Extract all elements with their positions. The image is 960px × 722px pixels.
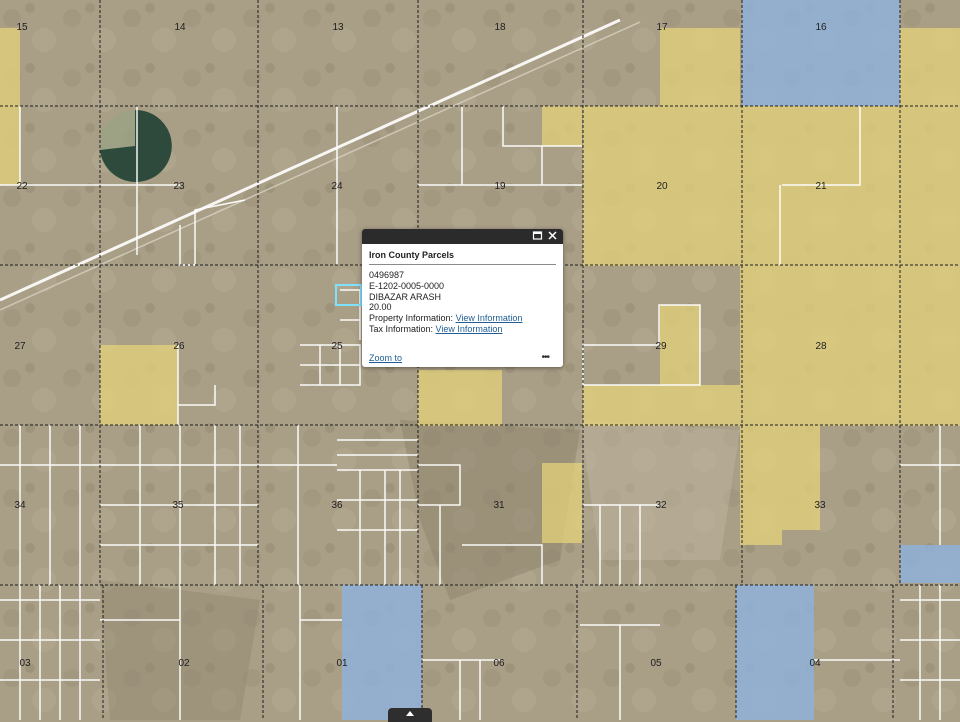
zoom-to-link[interactable]: Zoom to: [369, 353, 402, 363]
section-label: 16: [815, 22, 827, 33]
parcel-popup: Iron County Parcels 0496987 E-1202-0005-…: [362, 229, 563, 367]
popup-title: Iron County Parcels: [369, 250, 556, 265]
section-label: 28: [815, 341, 827, 352]
section-label: 22: [16, 181, 28, 192]
section-label: 35: [172, 500, 184, 511]
section-label: 14: [174, 22, 186, 33]
section-label: 25: [331, 341, 343, 352]
section-label: 03: [19, 658, 31, 669]
section-label: 17: [656, 22, 668, 33]
popup-content: Iron County Parcels 0496987 E-1202-0005-…: [362, 244, 563, 335]
parcel-acres: 20.00: [369, 302, 392, 313]
tax-info-row: Tax Information: View Information: [369, 324, 556, 335]
property-info-label: Property Information:: [369, 313, 454, 324]
property-info-row: Property Information: View Information: [369, 313, 556, 324]
center-pivot-field: [99, 109, 172, 182]
section-label: 01: [336, 658, 348, 669]
more-icon[interactable]: •••: [541, 352, 549, 363]
section-label: 31: [493, 500, 505, 511]
parcel-serial: E-1202-0005-0000: [369, 280, 445, 291]
popup-footer: Zoom to •••: [369, 352, 555, 363]
parcel-owner: DIBAZAR ARASH: [369, 291, 442, 302]
section-label: 24: [331, 181, 343, 192]
section-label: 33: [814, 500, 826, 511]
section-label: 29: [655, 341, 667, 352]
section-label: 23: [173, 181, 185, 192]
parcel-id: 0496987: [369, 270, 405, 280]
section-label: 20: [656, 181, 668, 192]
chevron-up-icon: [406, 711, 414, 716]
close-icon[interactable]: [546, 230, 559, 243]
property-info-link[interactable]: View Information: [456, 313, 523, 323]
section-label: 06: [493, 658, 505, 669]
section-label: 27: [14, 341, 26, 352]
terrain-light-patch: [580, 420, 740, 560]
section-label: 18: [494, 22, 506, 33]
section-label: 05: [650, 658, 662, 669]
tax-info-link[interactable]: View Information: [436, 324, 503, 334]
section-label: 26: [173, 341, 185, 352]
section-label: 02: [178, 658, 190, 669]
section-label: 19: [494, 181, 506, 192]
section-label: 21: [815, 181, 827, 192]
maximize-icon[interactable]: [531, 230, 544, 243]
section-label: 36: [331, 500, 343, 511]
section-label: 15: [16, 22, 28, 33]
tax-info-label: Tax Information:: [369, 323, 434, 334]
section-label: 04: [809, 658, 821, 669]
section-label: 32: [655, 500, 667, 511]
section-label: 34: [14, 500, 26, 511]
section-label: 13: [332, 22, 344, 33]
popup-header-bar: [362, 229, 563, 244]
